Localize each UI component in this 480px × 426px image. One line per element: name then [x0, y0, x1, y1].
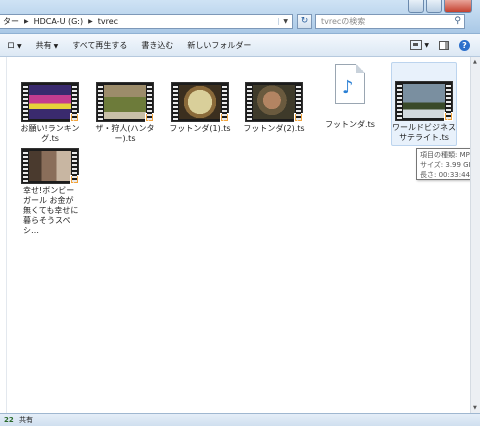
- divider: [6, 57, 7, 413]
- audio-file-icon: ♪: [335, 64, 365, 104]
- file-item[interactable]: ザ・狩人(ハンター).ts: [94, 82, 156, 144]
- tooltip-size: サイズ: 3.99 GB: [420, 161, 474, 169]
- thumbnail-frame: [253, 85, 295, 119]
- scroll-down-icon[interactable]: ▼: [473, 405, 477, 411]
- chevron-down-icon: ▼: [424, 41, 429, 49]
- file-name: フットンダ(2).ts: [243, 124, 305, 133]
- play-all-button[interactable]: すべて再生する: [65, 40, 134, 51]
- refresh-icon: ↻: [300, 16, 309, 26]
- refresh-button[interactable]: ↻: [297, 14, 312, 29]
- file-item[interactable]: ♪ フットンダ.ts: [319, 64, 381, 130]
- search-icon[interactable]: ⚲: [454, 15, 461, 28]
- scroll-up-icon[interactable]: ▲: [473, 59, 477, 65]
- address-dropdown-icon[interactable]: ▼: [278, 18, 292, 25]
- video-thumbnail: [395, 81, 453, 121]
- video-thumbnail: [96, 82, 154, 122]
- music-note-icon: ♪: [342, 77, 354, 98]
- play-icon: [444, 112, 453, 121]
- file-name: フットンダ.ts: [325, 120, 375, 129]
- thumbnail-frame: [29, 85, 71, 119]
- file-item[interactable]: 幸せ!ボンビーガール お金が無くても幸せに暮らそうスペシ…: [19, 148, 81, 236]
- file-name: フットンダ(1).ts: [169, 124, 231, 133]
- thumbnail-frame: [179, 85, 221, 119]
- item-count: 22: [4, 416, 14, 424]
- address-bar[interactable]: ター ▶ HDCA-U (G:) ▶ tvrec ▼: [0, 14, 293, 29]
- play-icon: [70, 175, 79, 184]
- file-item[interactable]: お願い!ランキング.ts: [19, 82, 81, 144]
- tooltip-type: 項目の種類: MPEG: [420, 151, 480, 159]
- chevron-down-icon: ▼: [53, 42, 59, 50]
- play-icon: [145, 113, 154, 122]
- help-icon[interactable]: ?: [459, 39, 470, 51]
- breadcrumb-chevron-icon[interactable]: ▶: [22, 18, 31, 25]
- minimize-button[interactable]: [408, 0, 424, 13]
- file-name: ザ・狩人(ハンター).ts: [95, 124, 155, 143]
- vertical-scrollbar[interactable]: ▲ ▼: [470, 57, 480, 413]
- command-bar: ロ ▼ 共有 ▼ すべて再生する 書き込む 新しいフォルダー ▼ ?: [0, 34, 480, 57]
- view-icon: [410, 40, 423, 50]
- play-icon: [220, 113, 229, 122]
- close-button[interactable]: [444, 0, 472, 13]
- new-folder-button[interactable]: 新しいフォルダー: [180, 40, 258, 51]
- share-menu[interactable]: 共有 ▼: [29, 40, 66, 51]
- search-placeholder: tvrecの検索: [321, 17, 366, 26]
- view-options-button[interactable]: ▼: [410, 40, 429, 50]
- file-item[interactable]: フットンダ(1).ts: [169, 82, 231, 134]
- file-name: 幸せ!ボンビーガール お金が無くても幸せに暮らそうスペシ…: [23, 186, 79, 235]
- file-item[interactable]: フットンダ(2).ts: [243, 82, 305, 134]
- file-name: ワールドビジネスサテライト.ts: [392, 123, 456, 142]
- breadcrumb-segment[interactable]: tvrec: [95, 17, 121, 26]
- page-fold: [356, 64, 365, 73]
- organize-menu[interactable]: ロ ▼: [0, 40, 29, 51]
- thumbnail-frame: [104, 85, 146, 119]
- chevron-down-icon: ▼: [17, 42, 22, 50]
- status-text: 共有: [18, 416, 33, 424]
- status-bar: 22 共有: [0, 413, 480, 426]
- play-icon: [70, 113, 79, 122]
- title-bar: ター ▶ HDCA-U (G:) ▶ tvrec ▼ ↻ tvrecの検索 ⚲: [0, 0, 480, 34]
- play-icon: [294, 113, 303, 122]
- file-item-selected[interactable]: ワールドビジネスサテライト.ts: [391, 62, 457, 146]
- breadcrumb-chevron-icon[interactable]: ▶: [86, 18, 95, 25]
- thumbnail-frame: [403, 84, 445, 118]
- maximize-button[interactable]: [426, 0, 442, 13]
- thumbnail-frame: [29, 151, 71, 181]
- breadcrumb-segment[interactable]: HDCA-U (G:): [31, 17, 86, 26]
- window-controls: [408, 0, 472, 14]
- burn-button[interactable]: 書き込む: [134, 40, 180, 51]
- search-input[interactable]: tvrecの検索 ⚲: [315, 14, 465, 29]
- file-name: お願い!ランキング.ts: [20, 124, 80, 143]
- preview-pane-icon[interactable]: [439, 40, 449, 50]
- breadcrumb-segment[interactable]: ター: [0, 16, 22, 27]
- video-thumbnail: [21, 82, 79, 122]
- video-thumbnail: [245, 82, 303, 122]
- video-thumbnail: [171, 82, 229, 122]
- video-thumbnail: [21, 148, 79, 184]
- tooltip-length: 長さ: 00:33:44: [420, 171, 471, 179]
